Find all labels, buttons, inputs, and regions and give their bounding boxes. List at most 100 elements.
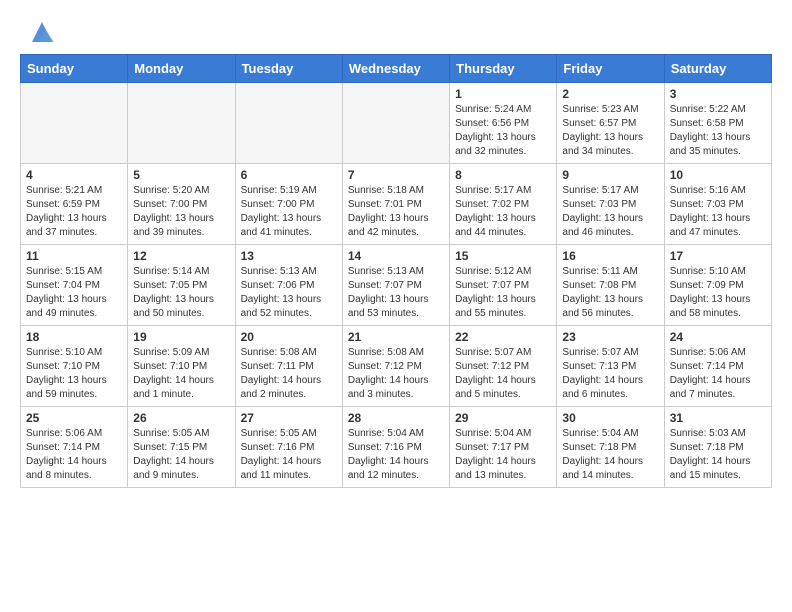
calendar-cell: 31 Sunrise: 5:03 AM Sunset: 7:18 PM Dayli…	[664, 407, 771, 488]
day-number: 10	[670, 168, 766, 182]
day-number: 29	[455, 411, 551, 425]
day-info: Sunrise: 5:12 AM Sunset: 7:07 PM Dayligh…	[455, 265, 551, 321]
calendar-cell: 4 Sunrise: 5:21 AM Sunset: 6:59 PM Daylig…	[21, 164, 128, 245]
calendar-cell: 5Sunrise: 5:20 AM Sunset: 7:00 PM Daylig…	[128, 164, 235, 245]
calendar-week-4: 18 Sunrise: 5:10 AM Sunset: 7:10 PM Dayli…	[21, 326, 772, 407]
day-info: Sunrise: 5:13 AM Sunset: 7:06 PM Dayligh…	[241, 265, 337, 321]
weekday-header-tuesday: Tuesday	[235, 55, 342, 83]
day-number: 6	[241, 168, 337, 182]
day-info: Sunrise: 5:04 AM Sunset: 7:18 PM Dayligh…	[562, 427, 658, 483]
calendar-week-1: 1Sunrise: 5:24 AM Sunset: 6:56 PM Daylig…	[21, 83, 772, 164]
calendar-cell: 29Sunrise: 5:04 AM Sunset: 7:17 PM Dayli…	[450, 407, 557, 488]
day-number: 14	[348, 249, 444, 263]
day-info: Sunrise: 5:17 AM Sunset: 7:03 PM Dayligh…	[562, 184, 658, 240]
calendar-cell: 7 Sunrise: 5:18 AM Sunset: 7:01 PM Daylig…	[342, 164, 449, 245]
day-number: 21	[348, 330, 444, 344]
calendar-cell: 6 Sunrise: 5:19 AM Sunset: 7:00 PM Daylig…	[235, 164, 342, 245]
day-number: 1	[455, 87, 551, 101]
day-info: Sunrise: 5:05 AM Sunset: 7:16 PM Dayligh…	[241, 427, 337, 483]
calendar-cell	[128, 83, 235, 164]
day-info: Sunrise: 5:19 AM Sunset: 7:00 PM Dayligh…	[241, 184, 337, 240]
day-number: 11	[26, 249, 122, 263]
day-number: 3	[670, 87, 766, 101]
logo-icon	[28, 18, 56, 46]
day-number: 27	[241, 411, 337, 425]
weekday-header-wednesday: Wednesday	[342, 55, 449, 83]
day-number: 12	[133, 249, 229, 263]
calendar-cell: 18 Sunrise: 5:10 AM Sunset: 7:10 PM Dayli…	[21, 326, 128, 407]
day-number: 30	[562, 411, 658, 425]
weekday-header-sunday: Sunday	[21, 55, 128, 83]
calendar-cell: 21 Sunrise: 5:08 AM Sunset: 7:12 PM Dayli…	[342, 326, 449, 407]
day-number: 15	[455, 249, 551, 263]
day-info: Sunrise: 5:21 AM Sunset: 6:59 PM Dayligh…	[26, 184, 122, 240]
calendar-cell	[342, 83, 449, 164]
day-info: Sunrise: 5:08 AM Sunset: 7:12 PM Dayligh…	[348, 346, 444, 402]
weekday-header-monday: Monday	[128, 55, 235, 83]
calendar-cell: 20Sunrise: 5:08 AM Sunset: 7:11 PM Dayli…	[235, 326, 342, 407]
day-number: 8	[455, 168, 551, 182]
calendar-cell	[235, 83, 342, 164]
day-info: Sunrise: 5:05 AM Sunset: 7:15 PM Dayligh…	[133, 427, 229, 483]
calendar-table: SundayMondayTuesdayWednesdayThursdayFrid…	[20, 54, 772, 488]
calendar-week-5: 25 Sunrise: 5:06 AM Sunset: 7:14 PM Dayli…	[21, 407, 772, 488]
calendar-cell: 2 Sunrise: 5:23 AM Sunset: 6:57 PM Daylig…	[557, 83, 664, 164]
day-info: Sunrise: 5:10 AM Sunset: 7:10 PM Dayligh…	[26, 346, 122, 402]
day-info: Sunrise: 5:18 AM Sunset: 7:01 PM Dayligh…	[348, 184, 444, 240]
calendar-cell: 12Sunrise: 5:14 AM Sunset: 7:05 PM Dayli…	[128, 245, 235, 326]
day-number: 2	[562, 87, 658, 101]
day-number: 7	[348, 168, 444, 182]
calendar-cell: 25 Sunrise: 5:06 AM Sunset: 7:14 PM Dayli…	[21, 407, 128, 488]
calendar-cell: 16 Sunrise: 5:11 AM Sunset: 7:08 PM Dayli…	[557, 245, 664, 326]
calendar-cell: 8 Sunrise: 5:17 AM Sunset: 7:02 PM Daylig…	[450, 164, 557, 245]
day-info: Sunrise: 5:07 AM Sunset: 7:12 PM Dayligh…	[455, 346, 551, 402]
calendar-cell: 14 Sunrise: 5:13 AM Sunset: 7:07 PM Dayli…	[342, 245, 449, 326]
calendar-cell: 13Sunrise: 5:13 AM Sunset: 7:06 PM Dayli…	[235, 245, 342, 326]
calendar-cell: 19 Sunrise: 5:09 AM Sunset: 7:10 PM Dayli…	[128, 326, 235, 407]
day-info: Sunrise: 5:23 AM Sunset: 6:57 PM Dayligh…	[562, 103, 658, 159]
day-number: 28	[348, 411, 444, 425]
day-info: Sunrise: 5:22 AM Sunset: 6:58 PM Dayligh…	[670, 103, 766, 159]
day-info: Sunrise: 5:09 AM Sunset: 7:10 PM Dayligh…	[133, 346, 229, 402]
calendar-wrapper: SundayMondayTuesdayWednesdayThursdayFrid…	[0, 54, 792, 498]
day-info: Sunrise: 5:03 AM Sunset: 7:18 PM Dayligh…	[670, 427, 766, 483]
day-info: Sunrise: 5:06 AM Sunset: 7:14 PM Dayligh…	[670, 346, 766, 402]
day-info: Sunrise: 5:13 AM Sunset: 7:07 PM Dayligh…	[348, 265, 444, 321]
day-number: 18	[26, 330, 122, 344]
day-number: 25	[26, 411, 122, 425]
calendar-cell	[21, 83, 128, 164]
day-info: Sunrise: 5:16 AM Sunset: 7:03 PM Dayligh…	[670, 184, 766, 240]
calendar-cell: 9 Sunrise: 5:17 AM Sunset: 7:03 PM Daylig…	[557, 164, 664, 245]
calendar-week-3: 11Sunrise: 5:15 AM Sunset: 7:04 PM Dayli…	[21, 245, 772, 326]
weekday-header-friday: Friday	[557, 55, 664, 83]
calendar-cell: 23Sunrise: 5:07 AM Sunset: 7:13 PM Dayli…	[557, 326, 664, 407]
calendar-week-2: 4 Sunrise: 5:21 AM Sunset: 6:59 PM Daylig…	[21, 164, 772, 245]
calendar-cell: 1Sunrise: 5:24 AM Sunset: 6:56 PM Daylig…	[450, 83, 557, 164]
day-number: 4	[26, 168, 122, 182]
calendar-header-row: SundayMondayTuesdayWednesdayThursdayFrid…	[21, 55, 772, 83]
day-info: Sunrise: 5:10 AM Sunset: 7:09 PM Dayligh…	[670, 265, 766, 321]
day-number: 17	[670, 249, 766, 263]
calendar-cell: 27 Sunrise: 5:05 AM Sunset: 7:16 PM Dayli…	[235, 407, 342, 488]
calendar-cell: 24 Sunrise: 5:06 AM Sunset: 7:14 PM Dayli…	[664, 326, 771, 407]
calendar-cell: 11Sunrise: 5:15 AM Sunset: 7:04 PM Dayli…	[21, 245, 128, 326]
calendar-cell: 15 Sunrise: 5:12 AM Sunset: 7:07 PM Dayli…	[450, 245, 557, 326]
weekday-header-thursday: Thursday	[450, 55, 557, 83]
calendar-cell: 30 Sunrise: 5:04 AM Sunset: 7:18 PM Dayli…	[557, 407, 664, 488]
weekday-header-saturday: Saturday	[664, 55, 771, 83]
day-info: Sunrise: 5:06 AM Sunset: 7:14 PM Dayligh…	[26, 427, 122, 483]
day-info: Sunrise: 5:11 AM Sunset: 7:08 PM Dayligh…	[562, 265, 658, 321]
day-number: 23	[562, 330, 658, 344]
day-info: Sunrise: 5:20 AM Sunset: 7:00 PM Dayligh…	[133, 184, 229, 240]
day-number: 31	[670, 411, 766, 425]
day-number: 20	[241, 330, 337, 344]
day-number: 9	[562, 168, 658, 182]
day-number: 24	[670, 330, 766, 344]
day-info: Sunrise: 5:17 AM Sunset: 7:02 PM Dayligh…	[455, 184, 551, 240]
day-info: Sunrise: 5:04 AM Sunset: 7:16 PM Dayligh…	[348, 427, 444, 483]
calendar-cell: 3 Sunrise: 5:22 AM Sunset: 6:58 PM Daylig…	[664, 83, 771, 164]
day-number: 22	[455, 330, 551, 344]
day-number: 16	[562, 249, 658, 263]
day-number: 19	[133, 330, 229, 344]
page-header	[0, 0, 792, 54]
